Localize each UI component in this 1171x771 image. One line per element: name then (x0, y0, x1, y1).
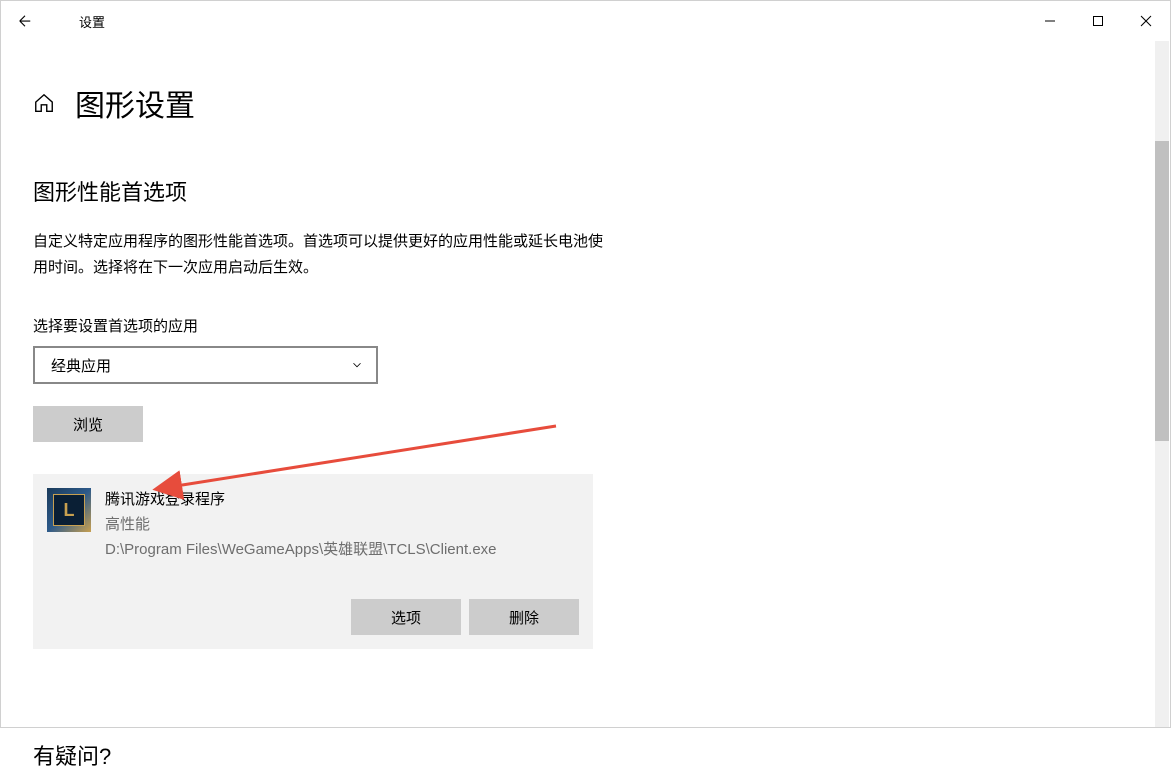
page-header: 图形设置 (33, 81, 1170, 125)
maximize-button[interactable] (1074, 1, 1122, 41)
options-button[interactable]: 选项 (351, 599, 461, 635)
app-type-dropdown[interactable]: 经典应用 (33, 346, 378, 384)
window-title: 设置 (79, 12, 105, 31)
back-button[interactable] (1, 1, 49, 41)
app-name: 腾讯游戏登录程序 (105, 488, 579, 509)
faq-heading: 有疑问? (33, 739, 1170, 771)
app-card: L 腾讯游戏登录程序 高性能 D:\Program Files\WeGameAp… (33, 474, 593, 649)
section-heading: 图形性能首选项 (33, 175, 1170, 207)
delete-button[interactable]: 删除 (469, 599, 579, 635)
select-app-label: 选择要设置首选项的应用 (33, 315, 1170, 336)
home-icon[interactable] (33, 92, 55, 114)
scrollbar-thumb[interactable] (1155, 141, 1169, 441)
app-card-top: L 腾讯游戏登录程序 高性能 D:\Program Files\WeGameAp… (47, 488, 579, 559)
vertical-scrollbar[interactable] (1155, 41, 1169, 727)
arrow-left-icon (16, 12, 34, 30)
titlebar-left: 设置 (1, 1, 105, 41)
app-icon-inner: L (53, 494, 85, 526)
app-info: 腾讯游戏登录程序 高性能 D:\Program Files\WeGameApps… (105, 488, 579, 559)
minimize-button[interactable] (1026, 1, 1074, 41)
chevron-down-icon (350, 358, 364, 372)
content-area: 图形设置 图形性能首选项 自定义特定应用程序的图形性能首选项。首选项可以提供更好… (1, 41, 1170, 771)
app-path: D:\Program Files\WeGameApps\英雄联盟\TCLS\Cl… (105, 538, 579, 559)
dropdown-value: 经典应用 (51, 355, 111, 376)
close-icon (1140, 15, 1152, 27)
minimize-icon (1044, 15, 1056, 27)
app-buttons: 选项 删除 (47, 599, 579, 635)
app-performance: 高性能 (105, 513, 579, 534)
close-button[interactable] (1122, 1, 1170, 41)
maximize-icon (1092, 15, 1104, 27)
description-text: 自定义特定应用程序的图形性能首选项。首选项可以提供更好的应用性能或延长电池使用时… (33, 229, 613, 280)
titlebar: 设置 (1, 1, 1170, 41)
window-controls (1026, 1, 1170, 41)
browse-button[interactable]: 浏览 (33, 406, 143, 442)
page-title: 图形设置 (75, 81, 195, 125)
app-icon: L (47, 488, 91, 532)
